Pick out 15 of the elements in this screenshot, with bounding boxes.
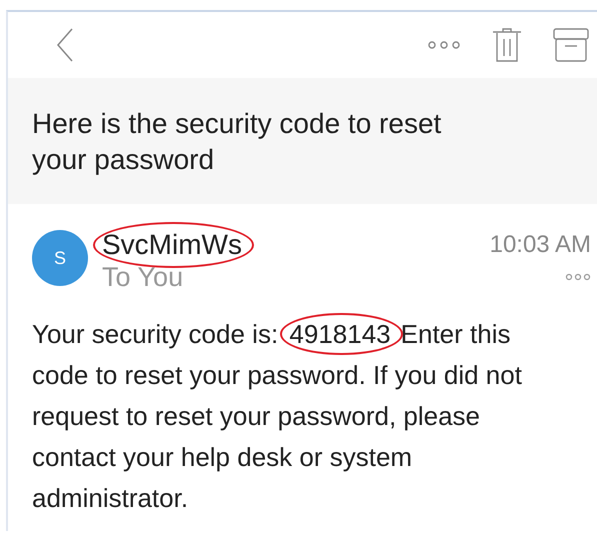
delete-button[interactable]: [491, 27, 523, 63]
email-subject: Here is the security code to reset your password: [8, 78, 597, 204]
sender-name: SvcMimWs: [102, 228, 242, 262]
back-chevron-icon: [56, 28, 74, 62]
email-body: Your security code is: 4918143 Enter this code to reset your password. If you did not request to reset your password, please contact your help desk or system administrator.: [32, 314, 591, 519]
archive-icon: [553, 28, 589, 62]
archive-button[interactable]: [553, 28, 589, 62]
email-time: 10:03 AM: [490, 231, 591, 259]
more-icon: [427, 40, 461, 50]
more-icon[interactable]: [565, 273, 591, 281]
trash-icon: [491, 27, 523, 63]
more-button[interactable]: [427, 40, 461, 50]
recipient-text: To You: [102, 262, 184, 292]
back-button[interactable]: [56, 28, 74, 62]
sender-avatar: S: [32, 230, 88, 286]
